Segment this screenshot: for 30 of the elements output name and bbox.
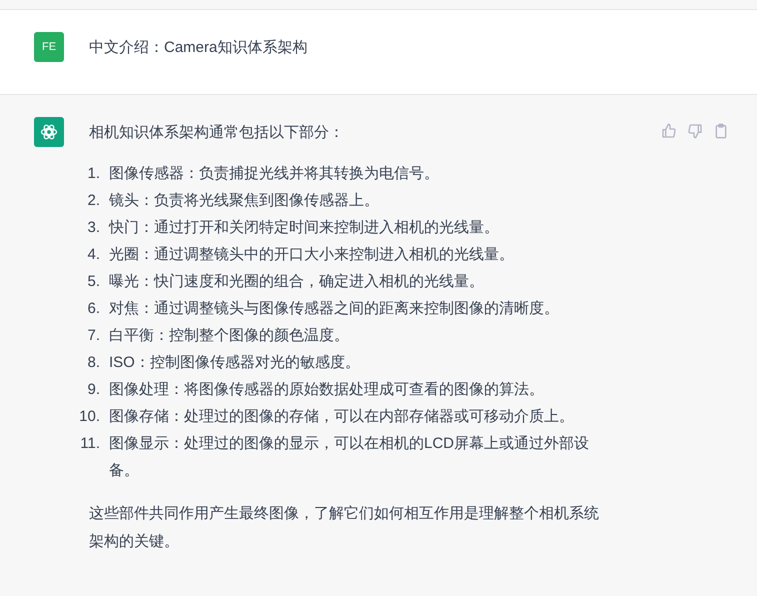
list-number: 7. — [86, 326, 100, 346]
list-number: 3. — [86, 218, 100, 238]
list-item-text: 图像存储：处理过的图像的存储，可以在内部存储器或可移动介质上。 — [109, 407, 575, 427]
list-number: 10. — [78, 407, 100, 427]
list-number: 1. — [86, 164, 100, 184]
clipboard-icon[interactable] — [713, 122, 729, 138]
list-item-text: 对焦：通过调整镜头与图像传感器之间的距离来控制图像的清晰度。 — [109, 299, 560, 319]
list-item-text: 白平衡：控制整个图像的颜色温度。 — [109, 326, 350, 346]
list-item-text: 图像处理：将图像传感器的原始数据处理成可查看的图像的算法。 — [109, 380, 545, 400]
list-item-text: 图像显示：处理过的图像的显示，可以在相机的LCD屏幕上或通过外部设备。 — [109, 434, 589, 481]
list-item-text: 曝光：快门速度和光圈的组合，确定进入相机的光线量。 — [109, 272, 485, 292]
list-number: 8. — [86, 353, 100, 373]
list-item-text: 镜头：负责将光线聚焦到图像传感器上。 — [109, 191, 380, 211]
list-item-text: 光圈：通过调整镜头中的开口大小来控制进入相机的光线量。 — [109, 245, 515, 265]
list-item-text: 图像传感器：负责捕捉光线并将其转换为电信号。 — [109, 164, 440, 184]
list-number: 11. — [79, 434, 100, 454]
list-number: 4. — [86, 245, 100, 265]
assistant-intro: 相机知识体系架构通常包括以下部分： — [89, 123, 344, 143]
assistant-conclusion: 这些部件共同作用产生最终图像，了解它们如何相互作用是理解整个相机系统架构的关键。 — [89, 504, 600, 552]
list-item-text: ISO：控制图像传感器对光的敏感度。 — [109, 353, 361, 373]
list-number: 6. — [86, 299, 100, 319]
list-number: 9. — [86, 380, 100, 400]
thumbs-down-icon[interactable] — [687, 122, 703, 138]
list-number: 5. — [86, 272, 100, 292]
assistant-avatar-icon — [34, 117, 64, 147]
list-item-text: 快门：通过打开和关闭特定时间来控制进入相机的光线量。 — [109, 218, 500, 238]
user-avatar: FE — [34, 32, 64, 62]
thumbs-up-icon[interactable] — [661, 122, 677, 138]
user-message: 中文介绍：Camera知识体系架构 — [89, 38, 308, 58]
list-number: 2. — [86, 191, 100, 211]
